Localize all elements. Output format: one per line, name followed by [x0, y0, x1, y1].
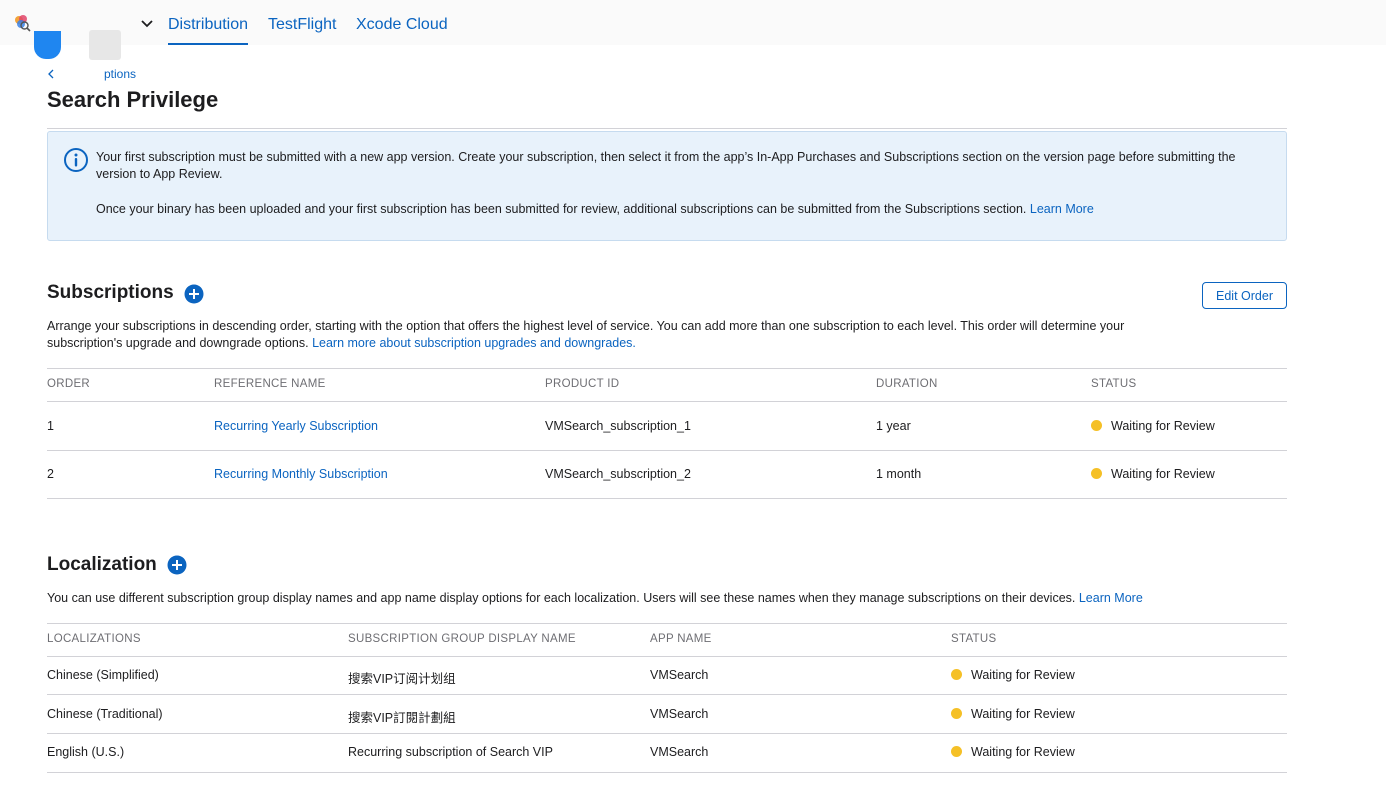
app-name: VMSearch — [650, 707, 709, 721]
info-banner: Your first subscription must be submitte… — [47, 131, 1287, 241]
upgrades-learn-more-link[interactable]: Learn more about subscription upgrades a… — [312, 336, 636, 350]
product-id: VMSearch_subscription_2 — [545, 467, 691, 481]
locale-name: Chinese (Traditional) — [47, 707, 163, 721]
status-text: Waiting for Review — [971, 707, 1075, 721]
divider — [47, 450, 1287, 451]
status-text: Waiting for Review — [971, 668, 1075, 682]
divider — [47, 401, 1287, 402]
locale-name: English (U.S.) — [47, 745, 125, 759]
status-dot-icon — [951, 669, 962, 680]
status-badge: Waiting for Review — [1091, 467, 1215, 481]
product-id: VMSearch_subscription_1 — [545, 419, 691, 433]
row-order: 1 — [47, 419, 54, 433]
subscriptions-title: Subscriptions — [47, 282, 174, 303]
app-logo-icon — [15, 15, 31, 32]
column-header-app-name[interactable]: APP NAME — [650, 633, 712, 645]
status-dot-icon — [951, 708, 962, 719]
app-icon-blue[interactable] — [34, 31, 61, 59]
chevron-down-icon — [141, 20, 153, 28]
info-text-secondary: Once your binary has been uploaded and y… — [96, 201, 1256, 218]
status-text: Waiting for Review — [1111, 419, 1215, 433]
status-dot-icon — [1091, 420, 1102, 431]
breadcrumb-link[interactable]: ptions — [104, 67, 136, 81]
tab-testflight[interactable]: TestFlight — [268, 16, 336, 34]
localization-description: You can use different subscription group… — [47, 590, 1287, 607]
subscriptions-description: Arrange your subscriptions in descending… — [47, 318, 1197, 352]
column-header-duration[interactable]: DURATION — [876, 378, 938, 390]
divider — [47, 733, 1287, 734]
tab-xcode-cloud[interactable]: Xcode Cloud — [356, 16, 448, 34]
column-header-product-id[interactable]: PRODUCT ID — [545, 378, 619, 390]
status-badge: Waiting for Review — [951, 668, 1075, 682]
localization-learn-more-link[interactable]: Learn More — [1079, 591, 1143, 605]
column-header-reference-name[interactable]: REFERENCE NAME — [214, 378, 326, 390]
edit-order-button[interactable]: Edit Order — [1202, 282, 1287, 309]
subscription-name-link[interactable]: Recurring Monthly Subscription — [214, 467, 388, 481]
status-badge: Waiting for Review — [951, 745, 1075, 759]
add-localization-button[interactable] — [167, 555, 187, 575]
status-text: Waiting for Review — [971, 745, 1075, 759]
group-display-name: 搜索VIP订阅计划组 — [348, 672, 456, 686]
divider — [47, 498, 1287, 499]
app-name: VMSearch — [650, 668, 709, 682]
status-dot-icon — [951, 746, 962, 757]
column-header-localizations[interactable]: LOCALIZATIONS — [47, 633, 141, 645]
column-header-status[interactable]: STATUS — [1091, 378, 1136, 390]
column-header-status[interactable]: STATUS — [951, 633, 996, 645]
info-text-secondary-body: Once your binary has been uploaded and y… — [96, 202, 1027, 216]
divider — [47, 694, 1287, 695]
subscription-name-link[interactable]: Recurring Yearly Subscription — [214, 419, 378, 433]
row-order: 2 — [47, 467, 54, 481]
divider — [47, 772, 1287, 773]
divider — [47, 128, 1287, 129]
locale-name: Chinese (Simplified) — [47, 668, 159, 682]
group-display-name: 搜索VIP訂閱計劃組 — [348, 711, 456, 725]
divider — [47, 368, 1287, 369]
duration: 1 month — [876, 467, 922, 481]
status-badge: Waiting for Review — [951, 707, 1075, 721]
app-name: VMSearch — [650, 745, 709, 759]
info-icon — [64, 148, 88, 172]
column-header-group-display-name[interactable]: SUBSCRIPTION GROUP DISPLAY NAME — [348, 633, 576, 645]
status-text: Waiting for Review — [1111, 467, 1215, 481]
divider — [47, 623, 1287, 624]
group-display-name: Recurring subscription of Search VIP — [348, 745, 553, 759]
status-dot-icon — [1091, 468, 1102, 479]
chevron-left-icon[interactable] — [47, 68, 57, 80]
tab-distribution[interactable]: Distribution — [168, 16, 249, 45]
app-switcher-chevron[interactable] — [139, 15, 155, 31]
app-icon-placeholder — [89, 30, 121, 60]
add-subscription-button[interactable] — [184, 284, 204, 304]
divider — [47, 656, 1287, 657]
localization-description-text: You can use different subscription group… — [47, 591, 1076, 605]
status-badge: Waiting for Review — [1091, 419, 1215, 433]
learn-more-link[interactable]: Learn More — [1030, 202, 1094, 216]
top-bar: Distribution TestFlight Xcode Cloud — [0, 0, 1386, 45]
localization-title: Localization — [47, 554, 157, 575]
info-text-primary: Your first subscription must be submitte… — [96, 150, 1236, 181]
column-header-order[interactable]: ORDER — [47, 378, 90, 390]
page-title: Search Privilege — [47, 87, 219, 112]
duration: 1 year — [876, 419, 911, 433]
